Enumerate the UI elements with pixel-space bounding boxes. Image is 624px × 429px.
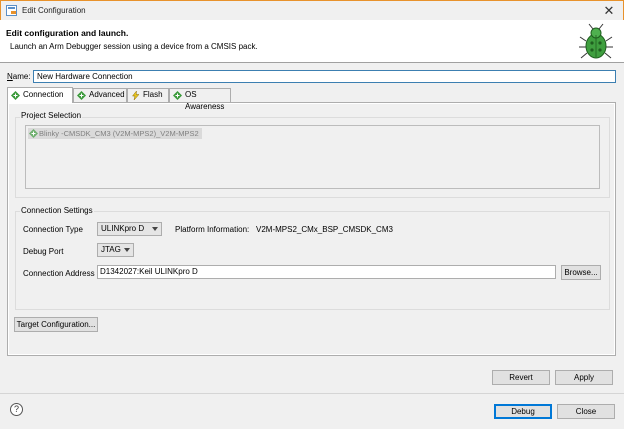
tab-os-awareness[interactable]: OS Awareness [169,88,231,111]
close-button[interactable]: Close [557,404,615,419]
tab-label: Connection [23,90,64,99]
connection-address-input[interactable]: D1342027:Keil ULINKpro D [97,265,556,279]
window-titlebar: Edit Configuration ✕ [0,0,624,20]
apply-button[interactable]: Apply [555,370,613,385]
name-input[interactable]: New Hardware Connection [33,70,616,83]
revert-button[interactable]: Revert [492,370,550,385]
browse-button[interactable]: Browse... [561,265,601,280]
tab-flash[interactable]: Flash [127,88,169,102]
footer-divider [0,393,624,394]
project-item[interactable]: Blinky -CMSDK_CM3 (V2M-MPS2)_V2M-MPS2 [28,128,202,139]
help-icon[interactable]: ? [10,403,23,416]
target-configuration-button[interactable]: Target Configuration... [14,317,98,332]
platform-info-label: Platform Information: [175,225,250,234]
debug-port-label: Debug Port [23,247,64,256]
flash-icon [131,91,140,100]
connection-type-label: Connection Type [23,225,83,234]
debug-port-select[interactable]: JTAG [97,243,134,257]
tab-label: OS Awareness [185,90,225,111]
tab-advanced[interactable]: Advanced [73,88,127,102]
project-item-label: Blinky -CMSDK_CM3 (V2M-MPS2)_V2M-MPS2 [39,129,199,138]
app-icon [6,5,17,16]
name-label: Name: [7,72,31,81]
debug-button[interactable]: Debug [494,404,552,419]
connection-type-value: ULINKpro D [101,224,145,233]
platform-info-value: V2M-MPS2_CMx_BSP_CMSDK_CM3 [256,225,393,234]
close-icon[interactable]: ✕ [601,3,617,19]
project-selection-title: Project Selection [20,111,83,120]
connection-icon [11,91,20,100]
tab-connection[interactable]: Connection [7,87,73,103]
header-title: Edit configuration and launch. [6,28,129,38]
dialog-header: Edit configuration and launch. Launch an… [0,20,624,63]
debug-port-value: JTAG [101,245,121,254]
connection-type-select[interactable]: ULINKpro D [97,222,162,236]
connection-settings-title: Connection Settings [20,206,94,215]
tab-label: Flash [143,90,163,99]
header-description: Launch an Arm Debugger session using a d… [10,42,258,51]
project-icon [29,129,38,138]
advanced-icon [77,91,86,100]
os-awareness-icon [173,91,182,100]
window-title: Edit Configuration [22,6,86,15]
debug-bug-icon [579,23,613,59]
tab-label: Advanced [89,90,125,99]
chevron-down-icon [124,248,130,252]
connection-address-label: Connection Address [23,269,95,278]
chevron-down-icon [152,227,158,231]
